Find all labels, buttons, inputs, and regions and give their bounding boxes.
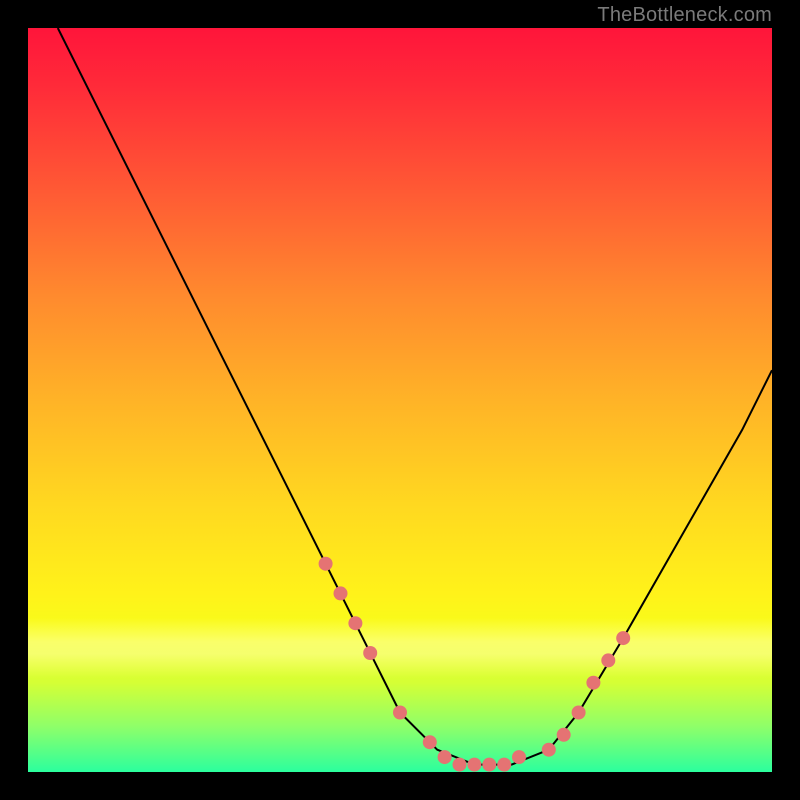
marker-dot	[438, 750, 452, 764]
bottleneck-curve	[58, 28, 772, 765]
marker-group	[319, 557, 631, 772]
marker-dot	[482, 758, 496, 772]
marker-dot	[348, 616, 362, 630]
marker-dot	[616, 631, 630, 645]
marker-dot	[572, 706, 586, 720]
chart-svg	[28, 28, 772, 772]
marker-dot	[453, 758, 467, 772]
marker-dot	[334, 586, 348, 600]
marker-dot	[542, 743, 556, 757]
marker-dot	[586, 676, 600, 690]
chart-plot-area	[28, 28, 772, 772]
watermark-label: TheBottleneck.com	[597, 4, 772, 27]
marker-dot	[319, 557, 333, 571]
marker-dot	[467, 758, 481, 772]
marker-dot	[497, 758, 511, 772]
marker-dot	[557, 728, 571, 742]
marker-dot	[512, 750, 526, 764]
marker-dot	[363, 646, 377, 660]
marker-dot	[423, 735, 437, 749]
marker-dot	[393, 706, 407, 720]
marker-dot	[601, 653, 615, 667]
